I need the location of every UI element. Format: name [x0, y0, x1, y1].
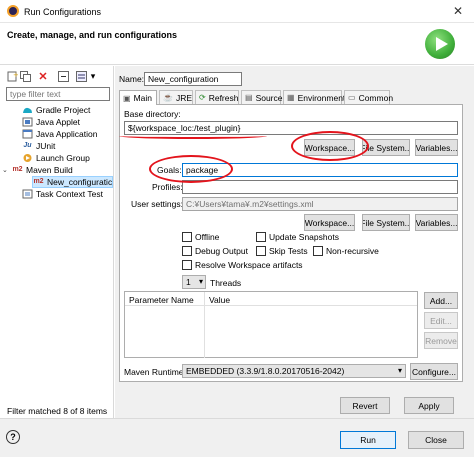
name-label: Name:: [119, 74, 145, 84]
maven-icon: m2: [12, 166, 23, 173]
gradle-icon: [22, 105, 33, 115]
header-banner: Create, manage, and run configurations: [0, 23, 474, 65]
filter-icon[interactable]: [75, 70, 87, 82]
applet-icon: [22, 117, 33, 127]
common-tab-icon: ▭: [348, 93, 356, 102]
eclipse-app-icon: [7, 5, 19, 17]
name-field[interactable]: New_configuration: [144, 72, 242, 86]
left-pane: + ✕ ▾ Gradle Project Java Applet Java Ap…: [0, 66, 114, 418]
tree-item-java-app[interactable]: Java Application: [22, 128, 97, 140]
title-bar: Run Configurations ✕: [0, 0, 474, 23]
svg-text:+: +: [13, 71, 18, 79]
close-button[interactable]: Close: [408, 431, 464, 449]
delete-icon[interactable]: ✕: [37, 70, 49, 83]
jre-tab-icon: ☕: [163, 93, 173, 102]
tree-item-applet[interactable]: Java Applet: [22, 116, 80, 128]
junit-icon: Ju: [23, 142, 32, 149]
tab-source[interactable]: ▤ Source: [241, 90, 283, 104]
tree-item-new-configuration[interactable]: m2 New_configuratic: [32, 176, 113, 188]
tree-item-junit[interactable]: Ju JUnit: [22, 140, 55, 152]
duplicate-icon[interactable]: [19, 70, 31, 82]
java-app-icon: [22, 129, 33, 139]
close-window-icon[interactable]: ✕: [453, 4, 463, 18]
tab-refresh[interactable]: ⟳ Refresh: [195, 90, 239, 104]
refresh-tab-icon: ⟳: [199, 93, 206, 102]
tab-common[interactable]: ▭ Common: [344, 90, 393, 104]
collapse-all-icon[interactable]: [57, 70, 69, 82]
main-tab-icon: ▣: [123, 93, 131, 103]
tab-main[interactable]: ▣ Main: [119, 90, 157, 105]
tree-item-launch-group[interactable]: Launch Group: [22, 152, 90, 164]
footer: ? Run Close: [0, 418, 474, 457]
chevron-down-icon[interactable]: ⌄: [2, 166, 10, 174]
help-icon[interactable]: ?: [6, 430, 20, 444]
new-config-icon[interactable]: +: [6, 70, 18, 82]
filter-status: Filter matched 8 of 8 items: [7, 406, 108, 416]
launch-group-icon: [22, 153, 33, 163]
tab-environment[interactable]: ▦ Environment: [283, 90, 345, 104]
run-icon: [425, 29, 455, 59]
environment-tab-icon: ▦: [287, 93, 295, 102]
filter-input[interactable]: [6, 87, 110, 101]
window-title: Run Configurations: [24, 7, 102, 17]
tree-item-maven-build[interactable]: ⌄ m2 Maven Build: [2, 164, 73, 176]
source-tab-icon: ▤: [245, 93, 253, 102]
main-tab-panel: [119, 104, 463, 382]
header-heading: Create, manage, and run configurations: [7, 30, 178, 40]
maven-icon: m2: [33, 178, 44, 185]
task-context-icon: [22, 189, 33, 199]
run-button[interactable]: Run: [340, 431, 396, 449]
tab-jre[interactable]: ☕ JRE: [159, 90, 193, 104]
tree-item-gradle[interactable]: Gradle Project: [22, 104, 90, 116]
tree-item-task-context[interactable]: Task Context Test: [22, 188, 103, 200]
chevron-down-icon[interactable]: ▾: [87, 70, 99, 82]
config-tree: Gradle Project Java Applet Java Applicat…: [0, 104, 113, 394]
